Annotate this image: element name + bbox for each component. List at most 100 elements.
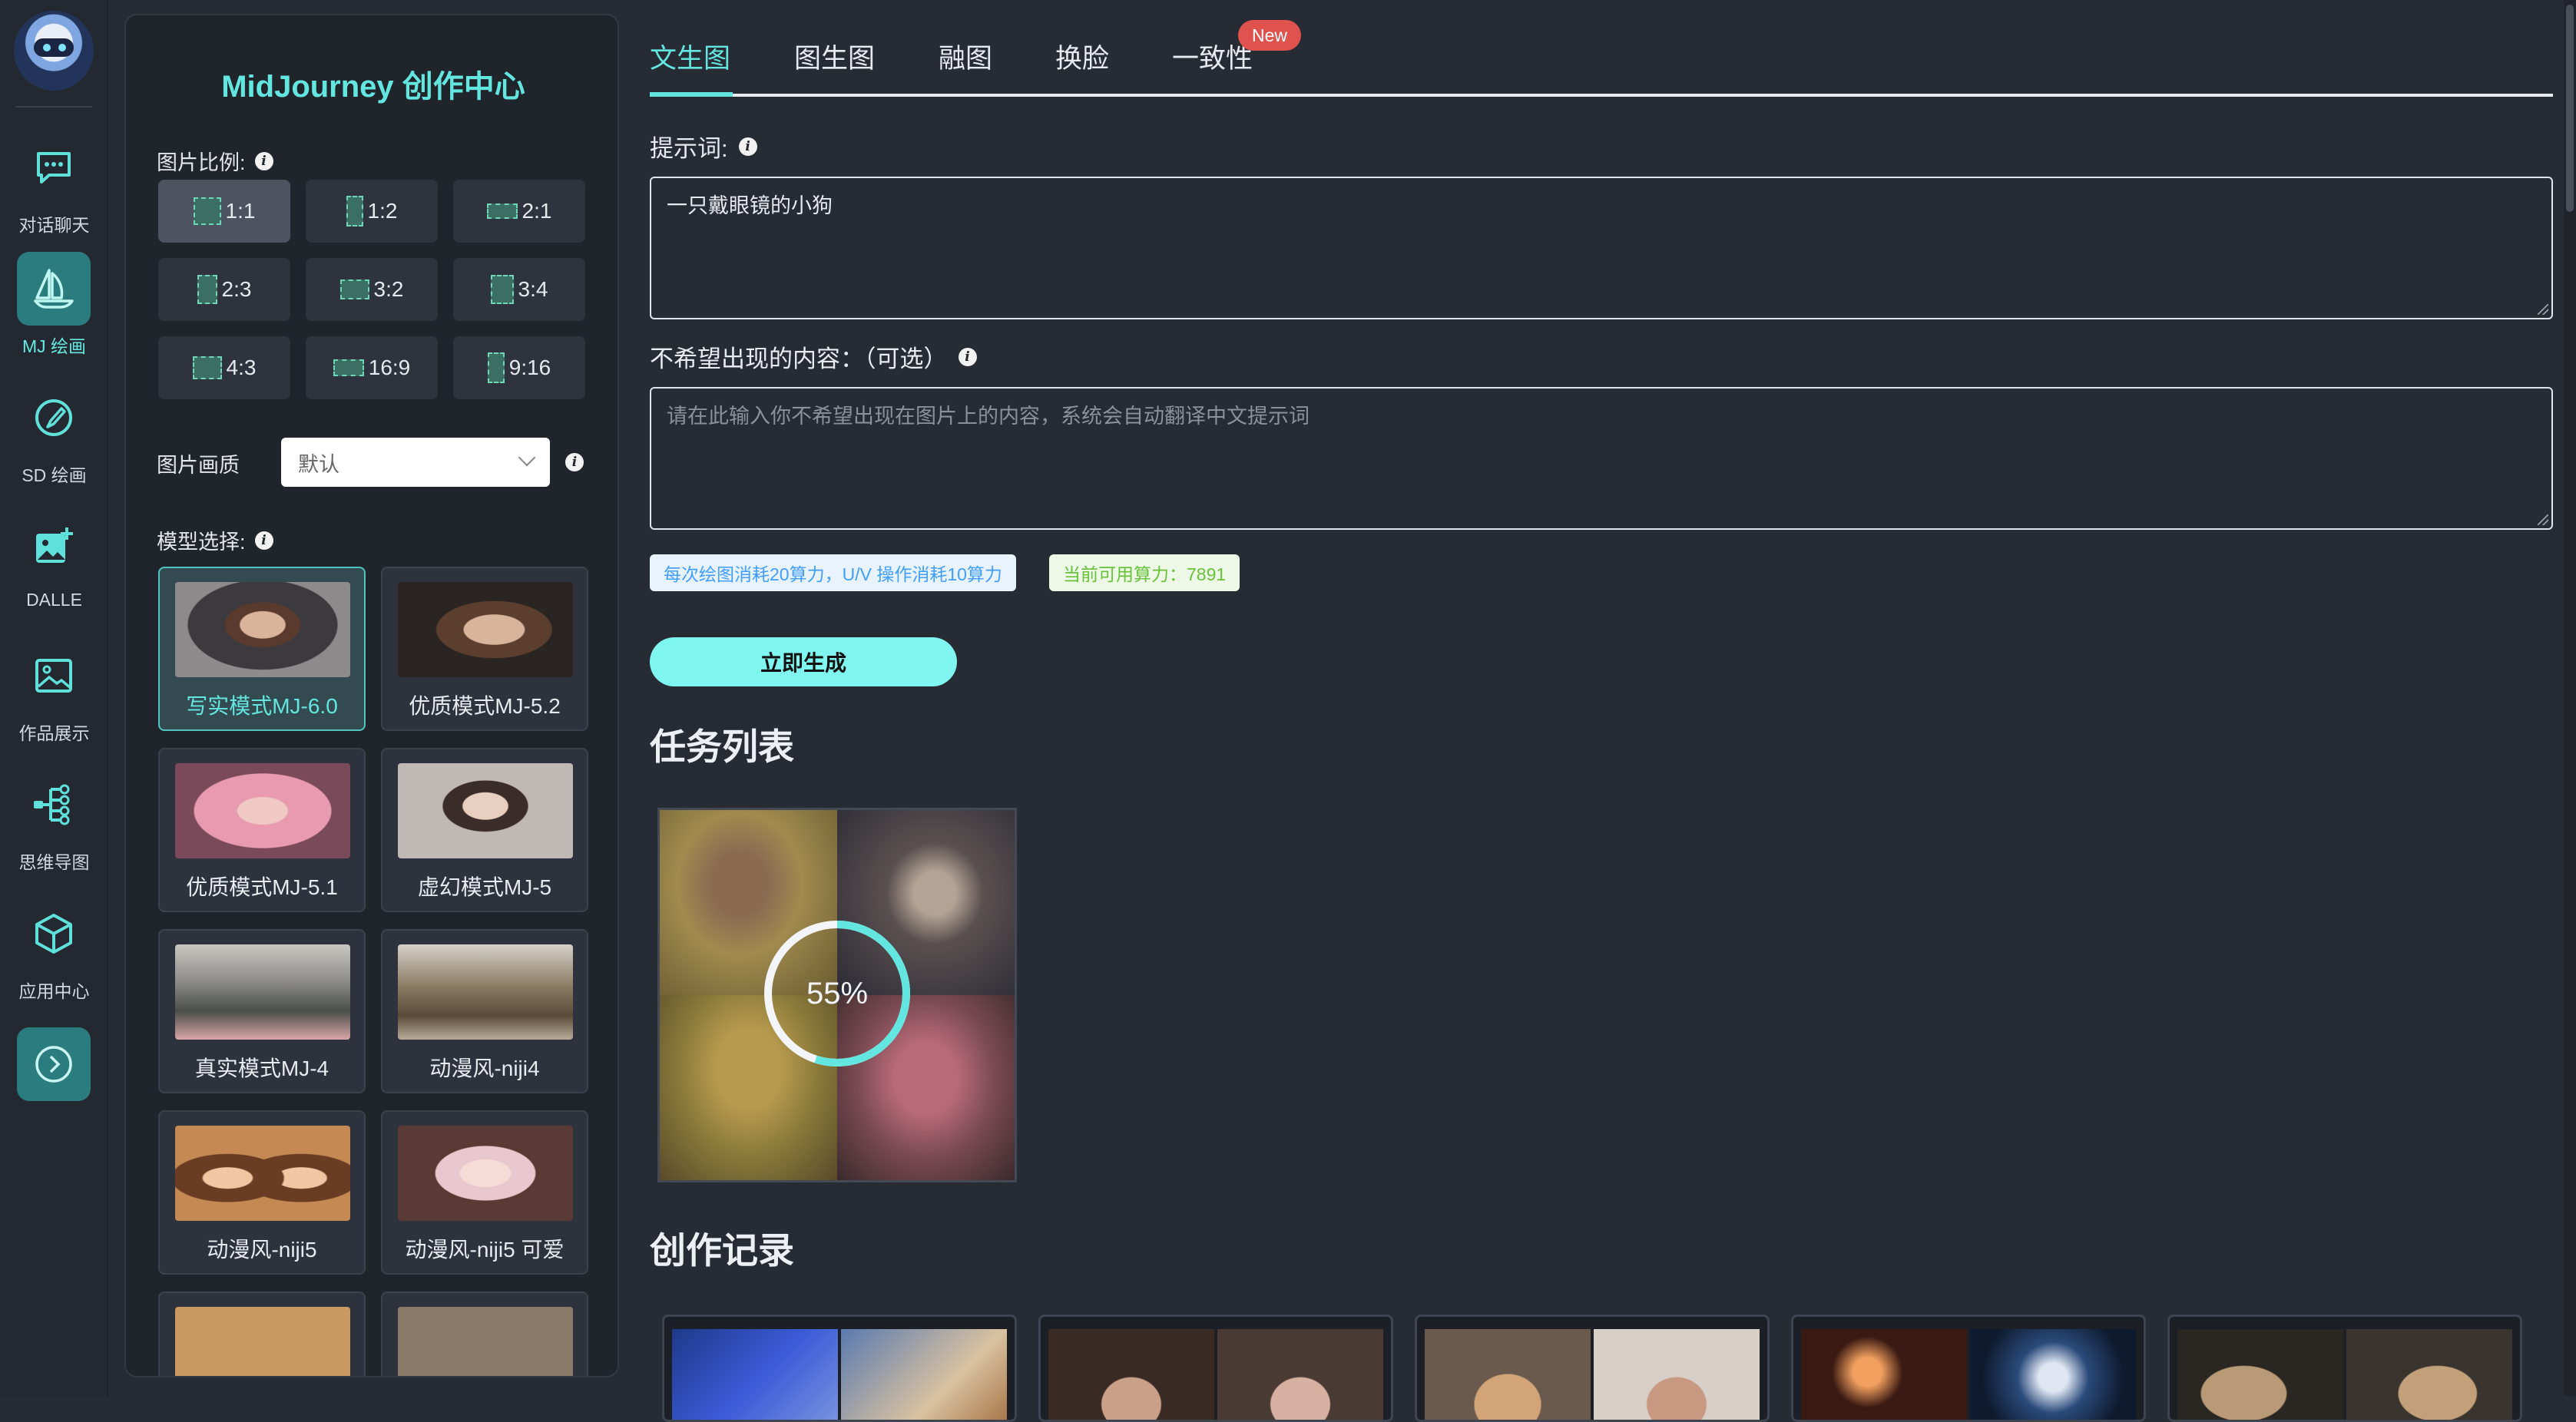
quality-label: 图片画质	[157, 454, 240, 477]
nav-item-chat[interactable]: 对话聊天	[0, 131, 108, 246]
ratio-label: 图片比例:	[157, 151, 246, 174]
brush-icon	[17, 381, 91, 455]
model-thumbnail	[398, 1126, 573, 1221]
info-icon[interactable]: i	[254, 531, 273, 550]
negative-textarea[interactable]: 请在此输入你不希望出现在图片上的内容，系统会自动翻译中文提示词	[650, 387, 2553, 530]
ratio-option-1-2[interactable]: 1:2	[306, 180, 438, 243]
model-label: 优质模式MJ-5.2	[409, 694, 561, 718]
ratio-shape-icon	[487, 352, 505, 383]
resize-handle-icon[interactable]	[2538, 304, 2548, 315]
nav-item-apps[interactable]: 应用中心	[0, 897, 108, 1012]
nav-item-mindmap[interactable]: 思维导图	[0, 768, 108, 883]
prompt-label: 提示词:	[650, 135, 728, 162]
prompt-label-row: 提示词: i	[650, 129, 757, 164]
info-icon[interactable]: i	[958, 347, 977, 366]
tab-blend[interactable]: 融图	[939, 37, 992, 76]
nav-item-mj[interactable]: MJ 绘画	[0, 252, 108, 367]
generate-button[interactable]: 立即生成	[650, 637, 957, 686]
model-card-more[interactable]	[158, 1291, 366, 1376]
info-icon[interactable]: i	[565, 453, 584, 471]
ratio-section-label: 图片比例: i	[157, 146, 273, 176]
prompt-value: 一只戴眼镜的小狗	[667, 194, 833, 217]
tab-face-swap[interactable]: 换脸	[1055, 37, 1109, 76]
nav-label: 作品展示	[18, 723, 90, 743]
model-label: 动漫风-niji5 可爱	[405, 1238, 565, 1262]
model-card-mj6[interactable]: 写实模式MJ-6.0	[158, 567, 366, 731]
model-card-niji4[interactable]: 动漫风-niji4	[381, 929, 588, 1093]
model-thumbnail	[175, 582, 350, 677]
record-image	[1048, 1329, 1214, 1420]
model-card-niji5[interactable]: 动漫风-niji5	[158, 1110, 366, 1275]
nav-label: 对话聊天	[18, 215, 90, 235]
resize-handle-icon[interactable]	[2538, 514, 2548, 525]
quality-value: 默认	[298, 452, 339, 476]
nav-item-dalle[interactable]: DALLE	[0, 510, 108, 625]
nav-label: SD 绘画	[22, 465, 87, 485]
prompt-textarea[interactable]: 一只戴眼镜的小狗	[650, 177, 2553, 319]
page-scrollbar[interactable]	[2564, 0, 2576, 1396]
icon-nav: 对话聊天 MJ 绘画 SD 绘画 DALLE 作品展示 思维导图 应用中心	[0, 0, 108, 1396]
model-thumbnail	[398, 1307, 573, 1376]
progress-text: 55%	[806, 976, 869, 1010]
ratio-value: 3:4	[518, 277, 548, 301]
negative-placeholder: 请在此输入你不希望出现在图片上的内容，系统会自动翻译中文提示词	[667, 405, 1310, 428]
record-card[interactable]	[1415, 1315, 1770, 1422]
active-tab-indicator	[650, 92, 733, 97]
record-image	[1970, 1329, 2136, 1420]
ratio-option-2-3[interactable]: 2:3	[158, 258, 290, 321]
model-card-mj5[interactable]: 虚幻模式MJ-5	[381, 748, 588, 912]
ratio-option-1-1[interactable]: 1:1	[158, 180, 290, 243]
ratio-shape-icon	[333, 359, 364, 376]
model-label: 写实模式MJ-6.0	[186, 694, 338, 718]
nav-item-gallery[interactable]: 作品展示	[0, 639, 108, 754]
ratio-shape-icon	[486, 203, 518, 219]
record-card[interactable]	[662, 1315, 1017, 1422]
negative-label: 不希望出现的内容：（可选）	[650, 346, 948, 372]
ratio-option-3-4[interactable]: 3:4	[453, 258, 585, 321]
model-section-label: 模型选择: i	[157, 525, 273, 555]
record-card[interactable]	[1038, 1315, 1393, 1422]
model-card-more[interactable]	[381, 1291, 588, 1376]
ratio-option-4-3[interactable]: 4:3	[158, 336, 290, 399]
model-thumbnail	[175, 1307, 350, 1376]
info-icon[interactable]: i	[254, 151, 273, 170]
tab-text-to-image[interactable]: 文生图	[650, 37, 730, 76]
ratio-shape-icon	[192, 356, 222, 379]
record-card[interactable]	[2167, 1315, 2522, 1422]
info-icon[interactable]: i	[738, 137, 757, 156]
tab-image-to-image[interactable]: 图生图	[794, 37, 875, 76]
expand-nav-button[interactable]	[17, 1027, 91, 1101]
record-card[interactable]	[1791, 1315, 2146, 1422]
model-card-mj52[interactable]: 优质模式MJ-5.2	[381, 567, 588, 731]
ratio-value: 1:2	[367, 199, 398, 223]
model-thumbnail	[175, 944, 350, 1040]
model-card-mj4[interactable]: 真实模式MJ-4	[158, 929, 366, 1093]
new-badge: New	[1238, 20, 1301, 51]
robot-avatar[interactable]	[14, 11, 94, 91]
chevron-down-icon	[518, 448, 536, 467]
settings-panel: MidJourney 创作中心 图片比例: i 1:1 1:2 2:1 2:3 …	[124, 14, 619, 1377]
cost-info-tag: 每次绘图消耗20算力，U/V 操作消耗10算力	[650, 554, 1016, 591]
model-thumbnail	[398, 944, 573, 1040]
model-card-niji5-cute[interactable]: 动漫风-niji5 可爱	[381, 1110, 588, 1275]
ratio-option-3-2[interactable]: 3:2	[306, 258, 438, 321]
ratio-shape-icon	[197, 275, 217, 304]
scrollbar-thumb[interactable]	[2566, 5, 2574, 212]
model-label: 动漫风-niji5	[207, 1238, 317, 1262]
ratio-option-2-1[interactable]: 2:1	[453, 180, 585, 243]
model-thumbnail	[175, 763, 350, 858]
ratio-option-16-9[interactable]: 16:9	[306, 336, 438, 399]
task-list-heading: 任务列表	[650, 726, 794, 767]
record-image	[1801, 1329, 1967, 1420]
quality-select[interactable]: 默认	[281, 438, 550, 487]
nav-label: 思维导图	[18, 852, 90, 872]
model-thumbnail	[398, 763, 573, 858]
nav-item-sd[interactable]: SD 绘画	[0, 381, 108, 496]
negative-label-row: 不希望出现的内容：（可选） i	[650, 339, 977, 374]
ratio-option-9-16[interactable]: 9:16	[453, 336, 585, 399]
image-plus-icon	[17, 510, 91, 584]
chevron-right-circle-icon	[35, 1046, 72, 1083]
ratio-value: 2:1	[521, 199, 552, 223]
task-card[interactable]: 55%	[657, 808, 1017, 1182]
model-card-mj51[interactable]: 优质模式MJ-5.1	[158, 748, 366, 912]
